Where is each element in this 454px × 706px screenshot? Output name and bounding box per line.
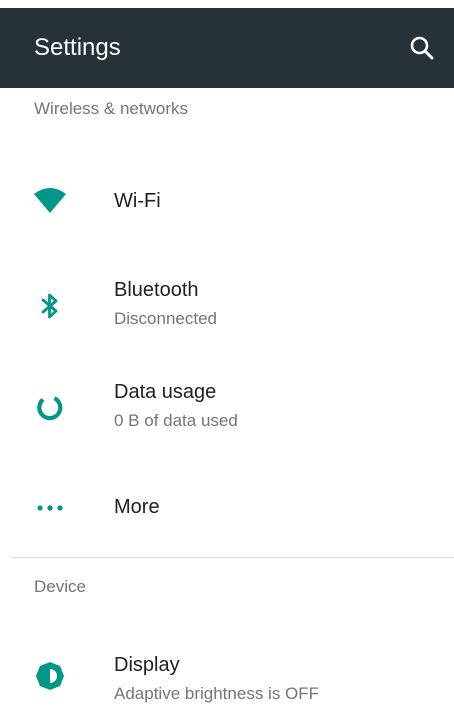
settings-screen: Settings Wireless & networks Wi-Fi Bluet… bbox=[0, 0, 454, 706]
page-title: Settings bbox=[34, 34, 121, 61]
settings-item-summary: Adaptive brightness is OFF bbox=[114, 684, 320, 703]
settings-item-summary: Disconnected bbox=[114, 309, 218, 328]
settings-item-wifi[interactable]: Wi-Fi bbox=[0, 160, 454, 242]
settings-item-summary: 0 B of data used bbox=[114, 411, 238, 430]
status-bar-strip bbox=[0, 0, 454, 8]
app-bar: Settings bbox=[0, 8, 454, 88]
more-icon bbox=[37, 505, 63, 511]
search-button[interactable] bbox=[408, 34, 436, 62]
bluetooth-icon bbox=[41, 293, 58, 319]
settings-item-more[interactable]: More bbox=[0, 470, 454, 548]
settings-item-title: Wi-Fi bbox=[114, 190, 161, 212]
section-header-wireless: Wireless & networks bbox=[34, 99, 188, 118]
settings-item-title: Data usage bbox=[114, 381, 217, 403]
data-usage-icon bbox=[37, 396, 63, 421]
settings-item-display[interactable]: Display Adaptive brightness is OFF bbox=[0, 640, 454, 706]
search-icon bbox=[410, 36, 434, 60]
settings-item-data-usage[interactable]: Data usage 0 B of data used bbox=[0, 366, 454, 450]
section-divider bbox=[12, 557, 454, 558]
settings-item-title: Display bbox=[114, 654, 180, 676]
display-icon bbox=[36, 662, 64, 690]
settings-item-bluetooth[interactable]: Bluetooth Disconnected bbox=[0, 262, 454, 346]
section-header-device: Device bbox=[34, 577, 86, 596]
wifi-icon bbox=[34, 188, 66, 213]
settings-item-title: More bbox=[114, 496, 160, 518]
settings-item-title: Bluetooth bbox=[114, 279, 199, 301]
